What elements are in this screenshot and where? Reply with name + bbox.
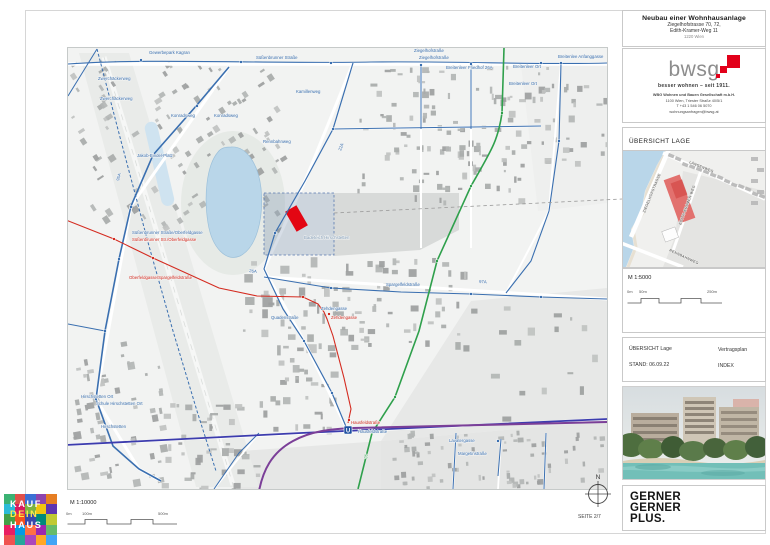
kdh-line-3: HAUS: [10, 520, 42, 530]
svg-text:Süßenbrunner Straße/Oberfeldga: Süßenbrunner Straße/Oberfeldgasse: [132, 230, 203, 235]
project-rendering-image: [622, 386, 766, 480]
bwsg-wordmark: bwsg: [668, 58, 719, 81]
scale-tick: 500m: [158, 511, 168, 516]
bwsg-logo: bwsg: [668, 59, 719, 81]
svg-text:Margetinstraße: Margetinstraße: [458, 451, 488, 456]
svg-text:Rennbahnweg: Rennbahnweg: [263, 139, 291, 144]
scale-tick: 250m: [707, 289, 717, 294]
svg-text:97A: 97A: [479, 279, 487, 284]
svg-text:Schule Hirschstetten Ort: Schule Hirschstetten Ort: [96, 401, 143, 406]
bwsg-squares-icon: [720, 55, 740, 79]
svg-text:U: U: [346, 428, 350, 434]
bwsg-logo-box: bwsg besser wohnen – seit 1911. WBG Wohn…: [622, 48, 766, 123]
bwsg-email: wohnungsanfragen@bwsg.at: [623, 110, 765, 116]
svg-text:Zehdengasse: Zehdengasse: [331, 315, 358, 320]
kdh-line-1: KAUF: [10, 499, 42, 509]
svg-text:Badeteich Hirschstetten: Badeteich Hirschstetten: [304, 235, 350, 240]
plan-table-box: ÜBERSICHT Lage Vertragsplan STAND: 06.09…: [622, 337, 766, 382]
svg-text:Ziegelhofstraße: Ziegelhofstraße: [419, 55, 449, 60]
bwsg-tagline: besser wohnen – seit 1911.: [623, 83, 765, 89]
svg-text:Hirschstetten: Hirschstetten: [101, 424, 127, 429]
inset-scale-box: M 1:5000 0m 50m 250m: [622, 268, 766, 333]
svg-text:Breitenleer Ort: Breitenleer Ort: [513, 64, 542, 69]
svg-text:Zehdengasse: Zehdengasse: [321, 306, 348, 311]
svg-text:Spargelfeldstraße: Spargelfeldstraße: [386, 282, 421, 287]
project-title: Neubau einer Wohnhausanlage: [623, 15, 765, 22]
svg-text:Konradsweg: Konradsweg: [214, 113, 238, 118]
svg-text:Breitenleer Friedhof 26A: Breitenleer Friedhof 26A: [446, 65, 493, 70]
map-scale-label: M 1:10000: [70, 500, 96, 506]
svg-text:Jakob-Bindel-Platz: Jakob-Bindel-Platz: [137, 153, 173, 158]
svg-text:Breitenleer Ort: Breitenleer Ort: [509, 81, 538, 86]
kauf-dein-haus-logo: KAUF DEIN HAUS: [4, 494, 57, 545]
inset-map: ZIEGELHOFSTRASSEEDITH-KRAMER-WEGLÄNGENWE…: [623, 151, 765, 267]
svg-text:Konradsweg: Konradsweg: [171, 113, 195, 118]
architect-name-line3: PLUS.: [630, 514, 765, 525]
plan-stand-date: STAND: 06.09.22: [629, 362, 669, 368]
scale-tick: 0m: [66, 511, 72, 516]
svg-text:Breitenlee Anfanggasse: Breitenlee Anfanggasse: [558, 54, 604, 59]
lake-badeteich: [206, 147, 261, 257]
svg-text:22A: 22A: [337, 142, 344, 151]
svg-text:Süßenbrunner Str./Oberfeldgass: Süßenbrunner Str./Oberfeldgasse: [132, 237, 197, 242]
svg-text:Hausfeldstraße: Hausfeldstraße: [351, 420, 381, 425]
inset-scale-label: M 1:5000: [628, 275, 651, 281]
north-label: N: [596, 474, 601, 481]
scale-tick: 0m: [627, 289, 633, 294]
project-city: 1220 Wien: [623, 34, 765, 39]
scale-tick: 100m: [82, 511, 92, 516]
inset-map-box: ZIEGELHOFSTRASSEEDITH-KRAMER-WEGLÄNGENWE…: [622, 150, 766, 268]
project-title-box: Neubau einer Wohnhausanlage Ziegelhofstr…: [622, 10, 766, 47]
city-map-canvas: U Gewerbepark Kagran Süßenbrunner Straße B…: [68, 48, 607, 489]
field-area: [521, 65, 607, 211]
svg-text:Oberfeldgasse/Spargelfeldstraß: Oberfeldgasse/Spargelfeldstraße: [129, 275, 193, 280]
plan-type: ÜBERSICHT Lage: [629, 346, 672, 352]
map-scale-bar: [67, 517, 181, 527]
svg-text:Zwerchäckerweg: Zwerchäckerweg: [100, 96, 133, 101]
architect-logo-box: GERNER GERNER PLUS.: [622, 485, 766, 531]
architect-name-line2: GERNER: [630, 503, 765, 514]
plan-index: INDEX: [718, 363, 734, 369]
svg-text:Zwerchäckerweg: Zwerchäckerweg: [98, 76, 131, 81]
inset-scale-bar: [627, 296, 725, 306]
svg-text:Quadenstraße: Quadenstraße: [271, 315, 299, 320]
plan-kind: Vertragsplan: [718, 347, 747, 353]
svg-text:Hirschstetten Ort: Hirschstetten Ort: [81, 394, 114, 399]
svg-text:Kamillenweg: Kamillenweg: [296, 89, 321, 94]
svg-text:Hausfeldstraße: Hausfeldstraße: [358, 429, 388, 434]
svg-text:Ziegelhofstraße: Ziegelhofstraße: [414, 48, 444, 53]
svg-text:26A: 26A: [249, 268, 257, 274]
kdh-line-2: DEIN: [10, 509, 42, 519]
svg-text:Süßenbrunner Straße: Süßenbrunner Straße: [256, 55, 298, 60]
main-site-map: U Gewerbepark Kagran Süßenbrunner Straße B…: [67, 47, 608, 490]
svg-text:Lavatergasse: Lavatergasse: [449, 438, 475, 443]
page-number: SEITE 2/7: [578, 514, 601, 520]
plan-sheet: U Gewerbepark Kagran Süßenbrunner Straße B…: [0, 0, 770, 545]
uebersicht-lage-header: ÜBERSICHT LAGE: [622, 127, 766, 151]
scale-tick: 50m: [639, 289, 647, 294]
u-bahn-station: U: [344, 426, 352, 434]
svg-text:Gewerbepark Kagran: Gewerbepark Kagran: [149, 50, 190, 55]
north-arrow-icon: N: [578, 470, 618, 512]
runway: [104, 57, 233, 485]
